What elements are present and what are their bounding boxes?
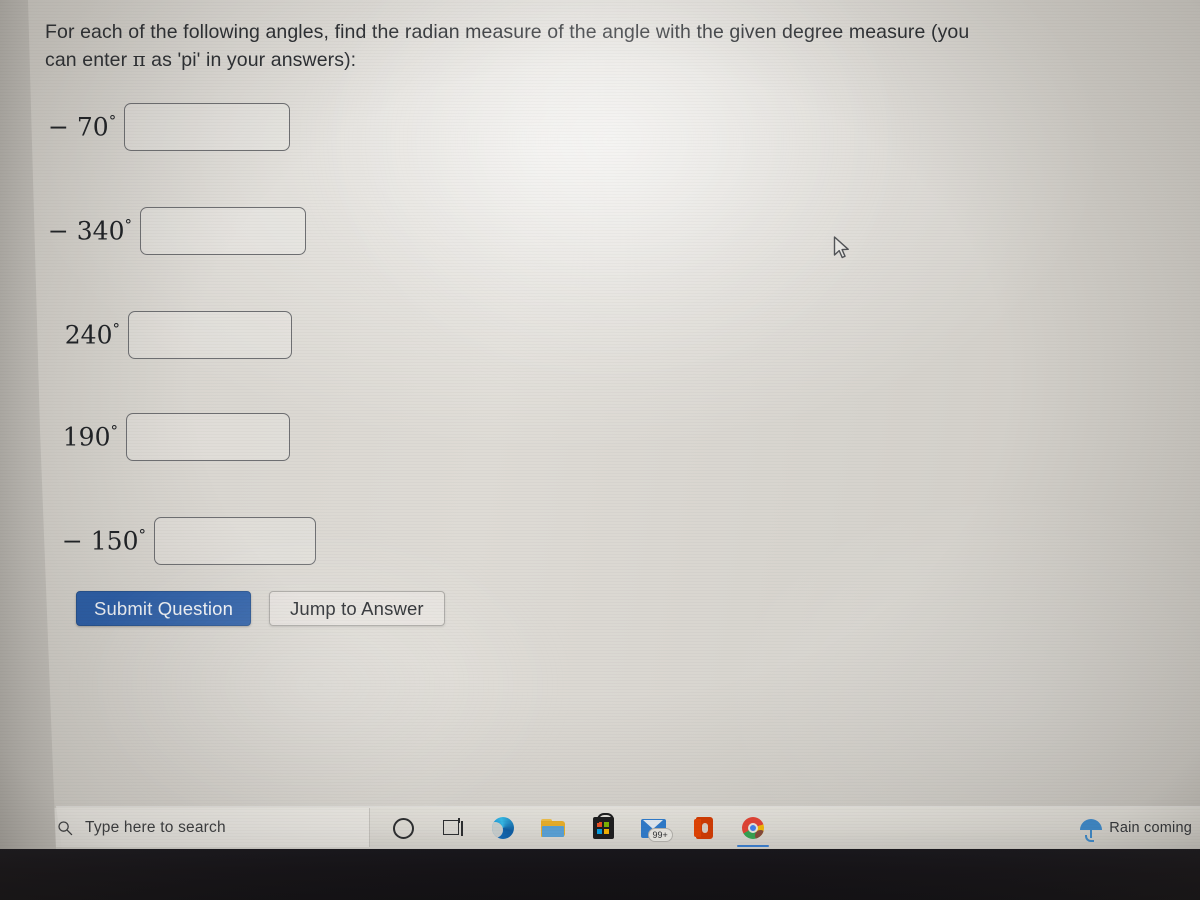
submit-question-button[interactable]: Submit Question bbox=[76, 591, 252, 626]
jump-to-answer-button[interactable]: Jump to Answer bbox=[269, 591, 445, 626]
angle-label: 240° bbox=[64, 320, 120, 350]
monitor-photo: For each of the following angles, find t… bbox=[0, 0, 1200, 900]
weather-widget[interactable]: Rain coming bbox=[1080, 812, 1192, 844]
search-input[interactable]: Type here to search bbox=[42, 808, 370, 847]
answer-input-1[interactable] bbox=[124, 103, 290, 151]
answer-input-2[interactable] bbox=[140, 207, 306, 255]
screen-surface: For each of the following angles, find t… bbox=[28, 0, 1200, 849]
page-content: For each of the following angles, find t… bbox=[28, 0, 1200, 849]
answer-input-3[interactable] bbox=[128, 311, 292, 359]
cortana-icon[interactable] bbox=[378, 808, 428, 848]
answer-row: − 70° bbox=[48, 103, 290, 151]
monitor-bottom-bezel bbox=[0, 849, 1200, 900]
answer-row: 240° bbox=[52, 311, 292, 359]
question-line-1: For each of the following angles, find t… bbox=[45, 21, 970, 43]
answer-row: 190° bbox=[54, 413, 290, 461]
google-chrome-icon[interactable] bbox=[728, 808, 778, 848]
mail-icon[interactable]: 99+ bbox=[628, 808, 678, 848]
arrow-cursor bbox=[833, 236, 849, 259]
active-app-indicator bbox=[737, 844, 769, 847]
question-line-2-before-pi: can enter bbox=[45, 49, 133, 71]
pi-symbol: π bbox=[132, 48, 146, 71]
answer-row: − 340° bbox=[40, 207, 306, 255]
question-line-2-after-pi: as 'pi' in your answers): bbox=[145, 49, 357, 71]
answer-input-5[interactable] bbox=[154, 517, 316, 565]
file-explorer-icon[interactable] bbox=[528, 808, 578, 848]
angle-label: − 70° bbox=[48, 112, 117, 142]
answer-row: − 150° bbox=[58, 517, 316, 565]
umbrella-icon bbox=[1080, 817, 1103, 842]
question-actions: Submit Question Jump to Answer bbox=[76, 591, 445, 626]
search-icon bbox=[58, 820, 73, 835]
mail-unread-badge: 99+ bbox=[647, 827, 673, 842]
question-prompt: For each of the following angles, find t… bbox=[45, 18, 1180, 74]
search-placeholder-text: Type here to search bbox=[85, 818, 226, 836]
weather-text: Rain coming bbox=[1109, 820, 1192, 836]
angle-label: − 150° bbox=[61, 526, 146, 556]
task-view-icon[interactable] bbox=[428, 808, 478, 848]
microsoft-office-icon[interactable] bbox=[678, 808, 728, 848]
angle-label: 190° bbox=[62, 422, 118, 452]
angle-label: − 340° bbox=[47, 216, 132, 246]
microsoft-edge-icon[interactable] bbox=[478, 808, 528, 848]
answer-input-4[interactable] bbox=[126, 413, 290, 461]
taskbar-icons: 99+ bbox=[378, 808, 778, 848]
microsoft-store-icon[interactable] bbox=[578, 808, 628, 848]
